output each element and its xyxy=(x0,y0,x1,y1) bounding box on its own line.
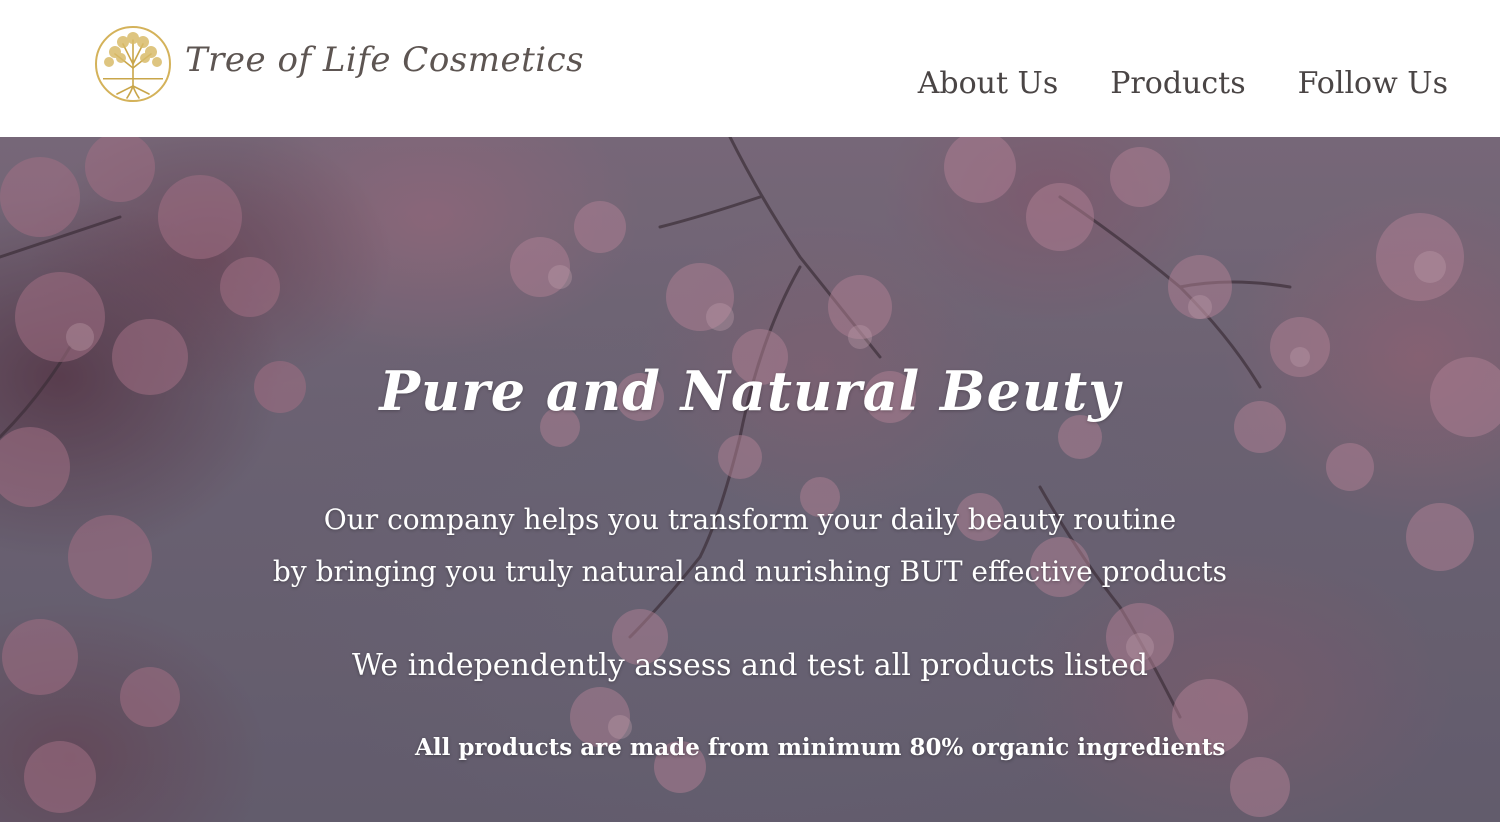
main-nav: About Us Products Follow Us xyxy=(918,66,1448,101)
nav-about-us[interactable]: About Us xyxy=(918,66,1059,101)
brand-name: Tree of Life Cosmetics xyxy=(185,40,585,80)
hero-text-line-3: We independently assess and test all pro… xyxy=(352,648,1148,683)
site-header: Tree of Life Cosmetics About Us Products… xyxy=(0,0,1500,137)
nav-follow-us[interactable]: Follow Us xyxy=(1298,66,1448,101)
hero-overlay xyxy=(0,137,1500,822)
nav-products[interactable]: Products xyxy=(1110,66,1245,101)
hero-text-line-2: by bringing you truly natural and nurish… xyxy=(272,555,1228,588)
hero-banner: Pure and Natural Beuty Our company helps… xyxy=(0,137,1500,822)
brand-logo[interactable]: Tree of Life Cosmetics xyxy=(93,24,584,104)
hero-title: Pure and Natural Beuty xyxy=(379,359,1121,423)
organic-note: All products are made from minimum 80% o… xyxy=(415,734,1226,761)
tree-of-life-icon xyxy=(95,26,171,102)
hero-text-line-1: Our company helps you transform your dai… xyxy=(323,503,1177,536)
